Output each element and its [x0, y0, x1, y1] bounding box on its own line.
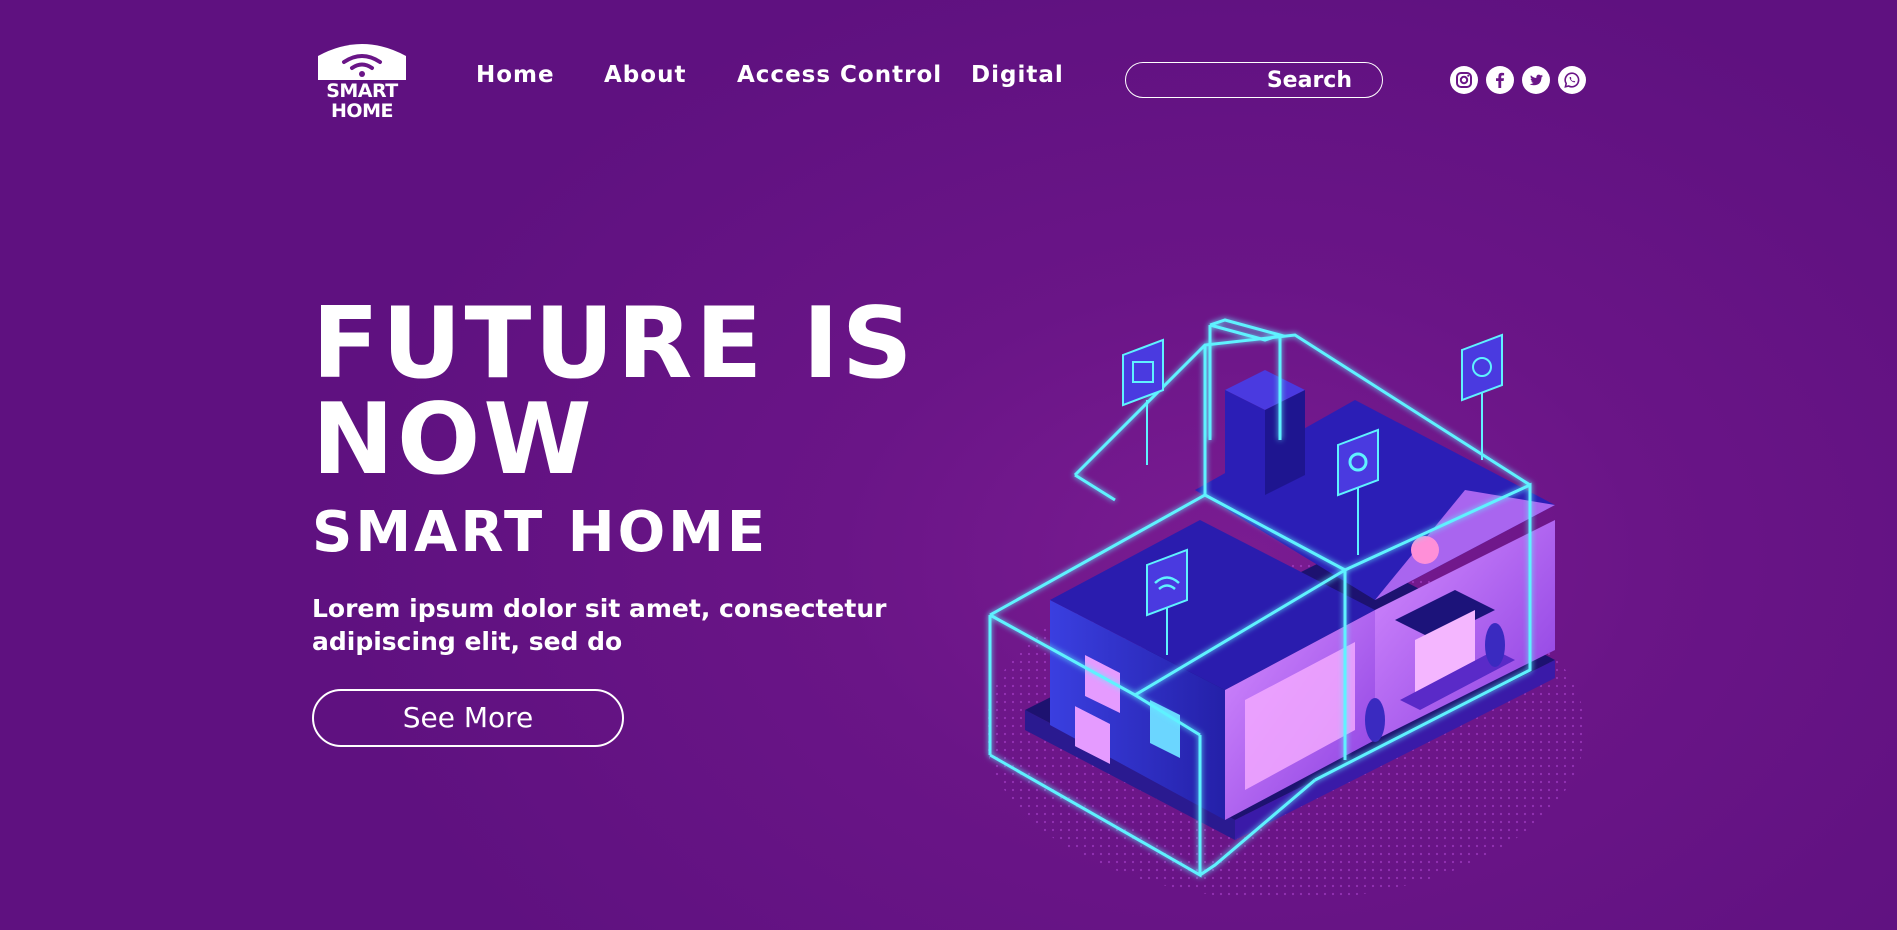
- brand-line2: HOME: [331, 100, 393, 122]
- hero-title-line2: NOW: [312, 383, 595, 497]
- people-sensor-icon: [1461, 333, 1503, 460]
- brand-line1: SMART: [326, 80, 398, 102]
- hero-subtitle: SMART HOME: [312, 500, 769, 565]
- nav-home[interactable]: Home: [476, 62, 555, 88]
- brand-logo[interactable]: SMART HOME: [312, 38, 412, 124]
- instagram-icon[interactable]: [1450, 66, 1478, 94]
- hero-title: FUTURE IS NOW: [312, 287, 916, 497]
- nav-about[interactable]: About: [604, 62, 686, 88]
- twitter-icon[interactable]: [1522, 66, 1550, 94]
- search-label[interactable]: Search: [1267, 68, 1352, 93]
- see-more-button[interactable]: See More: [312, 689, 624, 747]
- smart-house-illustration: [985, 318, 1585, 900]
- nav-access-control[interactable]: Access Control: [737, 62, 942, 88]
- bush: [1365, 698, 1385, 742]
- hero-description: Lorem ipsum dolor sit amet, consectetur …: [312, 592, 932, 658]
- bush: [1485, 623, 1505, 667]
- whatsapp-icon[interactable]: [1558, 66, 1586, 94]
- nav-digital[interactable]: Digital: [971, 62, 1064, 88]
- search-box[interactable]: Search: [1125, 62, 1383, 98]
- battery-sensor-icon: [1122, 338, 1164, 465]
- facebook-icon[interactable]: [1486, 66, 1514, 94]
- hero-description-line2: adipiscing elit, sed do: [312, 627, 623, 656]
- home-wifi-icon: [318, 44, 406, 80]
- hero-description-line1: Lorem ipsum dolor sit amet, consectetur: [312, 594, 887, 623]
- hero-title-line1: FUTURE IS: [312, 287, 916, 401]
- round-window: [1411, 536, 1439, 564]
